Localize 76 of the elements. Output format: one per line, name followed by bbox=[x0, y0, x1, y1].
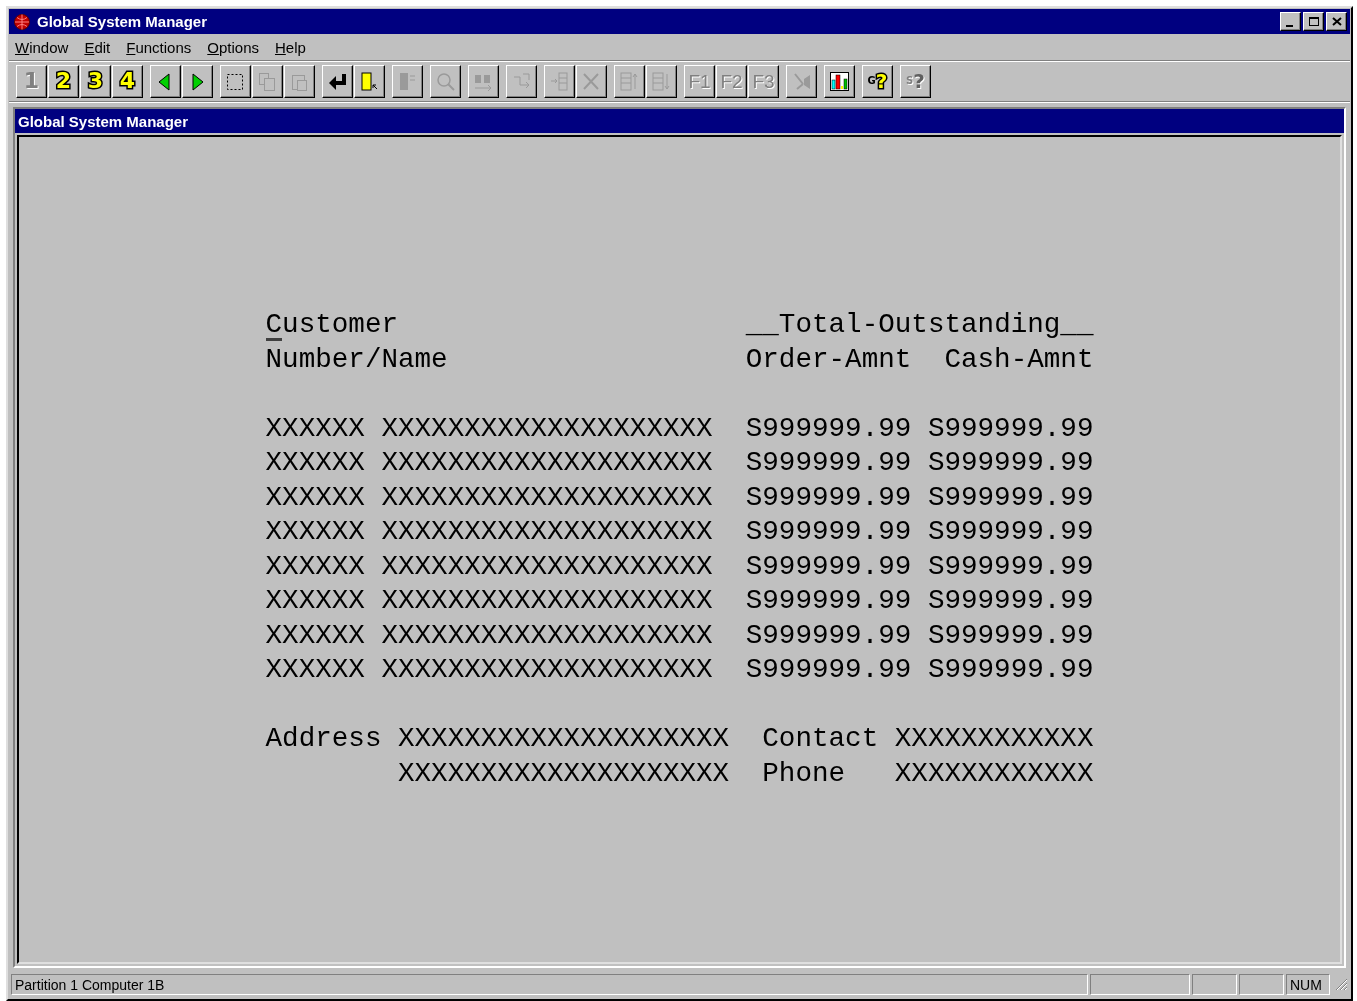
column-header: Order-Amnt bbox=[745, 342, 912, 377]
customer-number: XXXXXX bbox=[265, 549, 365, 584]
order-amount: S999999.99 bbox=[745, 618, 912, 653]
document-title: Global System Manager bbox=[18, 112, 189, 130]
close-button[interactable] bbox=[1326, 12, 1347, 31]
bar-chart-icon bbox=[829, 70, 850, 92]
customer-number: XXXXXX bbox=[265, 515, 365, 549]
order-amount: S999999.99 bbox=[745, 446, 912, 480]
toolbar-button[interactable] bbox=[322, 64, 353, 98]
door-icon bbox=[397, 70, 418, 92]
order-amount: S999999.99 bbox=[745, 584, 912, 618]
customer-name: XXXXXXXXXXXXXXXXXXXX bbox=[381, 618, 713, 653]
order-amount: S999999.99 bbox=[745, 653, 912, 687]
maximize-button[interactable] bbox=[1303, 12, 1324, 31]
order-amount: S999999.99 bbox=[745, 411, 912, 446]
customer-name: XXXXXXXXXXXXXXXXXXXX bbox=[381, 446, 713, 480]
column-header: Customer bbox=[265, 308, 398, 343]
menu-item[interactable]: Options bbox=[207, 38, 267, 56]
cash-amount: S999999.99 bbox=[927, 549, 1094, 584]
door-icon bbox=[359, 70, 380, 92]
menu-item[interactable]: Window bbox=[15, 38, 77, 56]
menu-item[interactable]: Help bbox=[275, 38, 314, 56]
column-header: __Total-Outstanding__ bbox=[745, 308, 1094, 342]
search-icon bbox=[435, 70, 456, 92]
maximize-icon bbox=[1307, 16, 1320, 27]
cash-amount: S999999.99 bbox=[927, 653, 1094, 687]
customer-number: XXXXXX bbox=[265, 584, 365, 618]
customer-number: XXXXXX bbox=[265, 618, 365, 653]
minimize-button[interactable] bbox=[1280, 12, 1301, 31]
customer-name: XXXXXXXXXXXXXXXXXXXX bbox=[381, 653, 713, 687]
order-amount: S999999.99 bbox=[745, 515, 912, 549]
field-label: Contact bbox=[762, 722, 879, 756]
cash-amount: S999999.99 bbox=[927, 584, 1094, 618]
status-pane bbox=[1239, 974, 1284, 995]
menu-item[interactable]: Functions bbox=[126, 38, 200, 56]
globe-icon bbox=[13, 12, 31, 31]
address-value: XXXXXXXXXXXXXXXXXXXX bbox=[398, 722, 730, 756]
toolbar-button[interactable] bbox=[150, 64, 181, 98]
status-indicator: NUM bbox=[1286, 974, 1330, 995]
toolbar-button[interactable] bbox=[354, 64, 385, 98]
minimize-icon bbox=[1285, 24, 1293, 27]
down-arrow-list-icon bbox=[651, 70, 672, 92]
cash-amount: S999999.99 bbox=[927, 618, 1094, 653]
customer-name: XXXXXXXXXXXXXXXXXXXX bbox=[381, 480, 713, 515]
up-arrow-list-icon bbox=[619, 70, 640, 92]
cash-amount: S999999.99 bbox=[927, 446, 1094, 480]
customer-number: XXXXXX bbox=[265, 653, 365, 687]
customer-name: XXXXXXXXXXXXXXXXXXXX bbox=[381, 584, 713, 618]
close-icon bbox=[1330, 16, 1343, 27]
column-header: Number/Name bbox=[265, 342, 448, 377]
customer-name: XXXXXXXXXXXXXXXXXXXX bbox=[381, 515, 713, 549]
customer-number: XXXXXX bbox=[265, 411, 365, 446]
field-label: Phone bbox=[762, 756, 846, 791]
status-message: Partition 1 Computer 1B bbox=[11, 974, 1088, 995]
menu-item[interactable]: Edit bbox=[84, 38, 119, 56]
toolbar-button[interactable] bbox=[824, 64, 855, 98]
toolbar-button[interactable] bbox=[182, 64, 213, 98]
address-value: XXXXXXXXXXXXXXXXXXXX bbox=[398, 756, 730, 791]
order-amount: S999999.99 bbox=[745, 480, 912, 515]
cash-amount: S999999.99 bbox=[927, 515, 1094, 549]
customer-number: XXXXXX bbox=[265, 446, 365, 480]
cash-amount: S999999.99 bbox=[927, 480, 1094, 515]
status-pane bbox=[1192, 974, 1237, 995]
order-amount: S999999.99 bbox=[745, 549, 912, 584]
phone-value: XXXXXXXXXXXX bbox=[894, 756, 1094, 791]
cash-amount: S999999.99 bbox=[927, 411, 1094, 446]
list-arrow-icon bbox=[549, 70, 570, 92]
contact-value: XXXXXXXXXXXX bbox=[894, 722, 1094, 756]
window-title: Global System Manager bbox=[37, 13, 209, 30]
customer-number: XXXXXX bbox=[265, 480, 365, 515]
copy-icon bbox=[257, 70, 278, 92]
field-label: Address bbox=[265, 722, 382, 756]
customer-name: XXXXXXXXXXXXXXXXXXXX bbox=[381, 549, 713, 584]
customer-name: XXXXXXXXXXXXXXXXXXXX bbox=[381, 411, 713, 446]
column-header: Cash-Amnt bbox=[944, 342, 1094, 377]
toolbar-button[interactable] bbox=[220, 64, 251, 98]
